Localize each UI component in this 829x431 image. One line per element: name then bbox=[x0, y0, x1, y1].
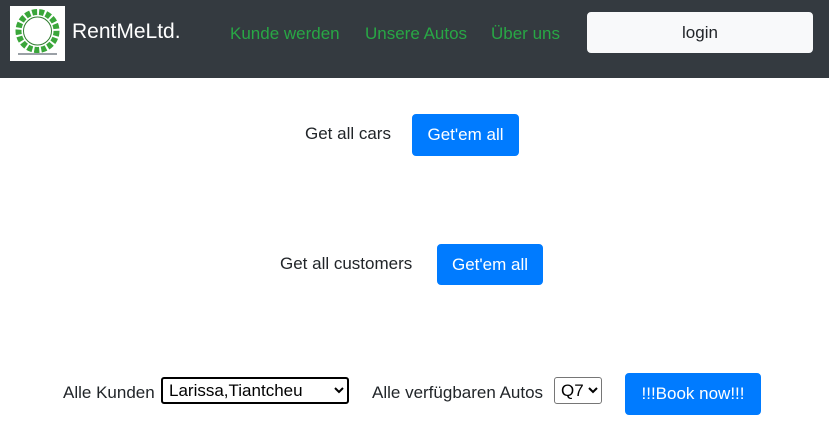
book-now-button[interactable]: !!!Book now!!! bbox=[625, 373, 761, 415]
brand-name[interactable]: RentMeLtd. bbox=[72, 20, 181, 44]
login-button[interactable]: login bbox=[587, 12, 813, 53]
all-customers-label: Alle Kunden bbox=[63, 383, 155, 402]
get-all-cars-button[interactable]: Get'em all bbox=[412, 114, 519, 156]
car-select[interactable]: Q7 bbox=[554, 377, 602, 404]
nav-link-kunde-werden[interactable]: Kunde werden bbox=[230, 24, 340, 44]
get-all-customers-label: Get all customers bbox=[280, 254, 413, 273]
get-all-customers-button[interactable]: Get'em all bbox=[437, 244, 543, 285]
available-cars-label: Alle verfügbaren Autos bbox=[372, 383, 544, 402]
customer-select[interactable]: Larissa,Tiantcheu bbox=[161, 377, 349, 404]
nav-link-ueber-uns[interactable]: Über uns bbox=[491, 24, 560, 44]
company-logo[interactable] bbox=[10, 6, 65, 61]
get-all-cars-label: Get all cars bbox=[305, 124, 391, 143]
top-navbar: RentMeLtd. Kunde werden Unsere Autos Übe… bbox=[0, 0, 829, 78]
nav-link-unsere-autos[interactable]: Unsere Autos bbox=[365, 24, 467, 44]
